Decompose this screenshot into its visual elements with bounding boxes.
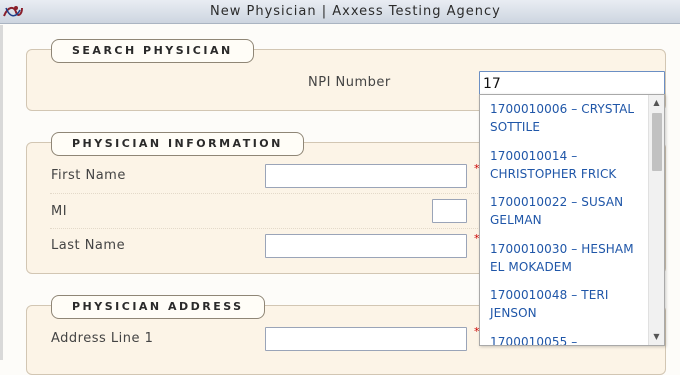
row-separator	[50, 193, 490, 194]
autocomplete-option[interactable]: 1700010048 – TERI JENSON	[480, 281, 648, 328]
autocomplete-option[interactable]: 1700010055 –	[480, 328, 648, 346]
scroll-up-icon[interactable]: ▲	[649, 95, 664, 111]
physician-address-legend: Physician Address	[51, 295, 265, 319]
address-line-1-label: Address Line 1	[51, 331, 154, 346]
autocomplete-list: 1700010006 – CRYSTAL SOTTILE 1700010014 …	[480, 95, 648, 346]
npi-number-label: NPI Number	[308, 75, 391, 90]
first-name-input[interactable]	[265, 164, 467, 188]
address-line-1-input[interactable]	[265, 327, 467, 351]
first-name-label: First Name	[51, 168, 126, 183]
search-physician-legend: Search Physician	[51, 39, 254, 63]
autocomplete-option[interactable]: 1700010030 – HESHAM EL MOKADEM	[480, 235, 648, 282]
scrollbar-thumb[interactable]	[652, 113, 662, 171]
window-title: New Physician | Axxess Testing Agency	[210, 4, 501, 19]
autocomplete-option[interactable]: 1700010006 – CRYSTAL SOTTILE	[480, 95, 648, 142]
autocomplete-option[interactable]: 1700010022 – SUSAN GELMAN	[480, 188, 648, 235]
row-separator	[50, 228, 490, 229]
scroll-down-icon[interactable]: ▼	[649, 329, 664, 345]
autocomplete-option[interactable]: 1700010014 – CHRISTOPHER FRICK	[480, 142, 648, 189]
title-bar: New Physician | Axxess Testing Agency	[0, 0, 680, 24]
npi-number-input[interactable]	[479, 71, 665, 96]
last-name-input[interactable]	[265, 234, 467, 258]
last-name-label: Last Name	[51, 238, 126, 253]
middle-initial-input[interactable]	[432, 199, 467, 223]
mi-label: MI	[51, 204, 68, 219]
physician-information-legend: Physician Information	[51, 132, 304, 156]
npi-autocomplete-dropdown: 1700010006 – CRYSTAL SOTTILE 1700010014 …	[479, 94, 665, 346]
dropdown-scrollbar[interactable]: ▲ ▼	[648, 95, 664, 345]
